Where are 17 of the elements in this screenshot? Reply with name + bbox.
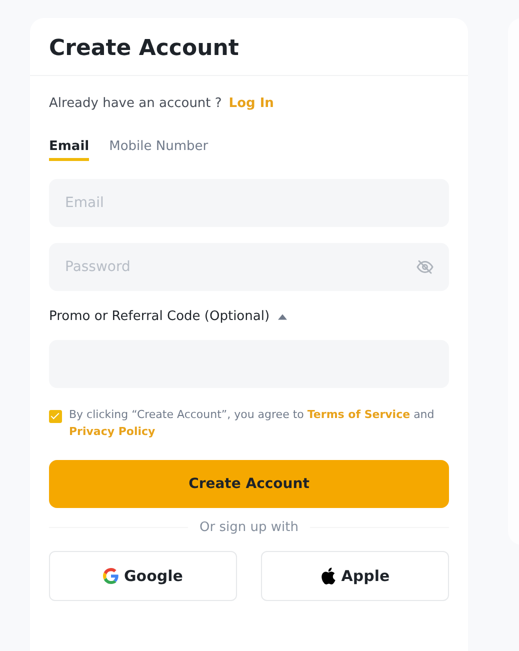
promo-code-toggle[interactable]: Promo or Referral Code (Optional) xyxy=(49,309,287,324)
social-signup-button[interactable]: Google xyxy=(49,551,237,601)
checkbox[interactable] xyxy=(49,410,62,423)
hidden-eye-icon[interactable] xyxy=(415,258,435,276)
login-prompt: Already have an account ? xyxy=(49,96,222,111)
caret-icon xyxy=(278,314,287,320)
create-account-button[interactable]: Create Account xyxy=(49,460,449,508)
email-field[interactable]: Email xyxy=(49,179,449,227)
apple-icon xyxy=(320,567,336,585)
page-title: Create Account xyxy=(49,36,240,61)
tab[interactable]: Mobile Number xyxy=(109,139,208,161)
divider-text: Or sign up with xyxy=(200,520,298,535)
password-field[interactable]: Password xyxy=(49,243,449,291)
google-icon xyxy=(103,568,119,584)
tab[interactable]: Email xyxy=(49,139,90,161)
agreement-text: By clicking “Create Account”, you agree to Terms of Service and Privacy Policy xyxy=(69,407,436,440)
social-signup-button[interactable]: Apple xyxy=(261,551,449,601)
